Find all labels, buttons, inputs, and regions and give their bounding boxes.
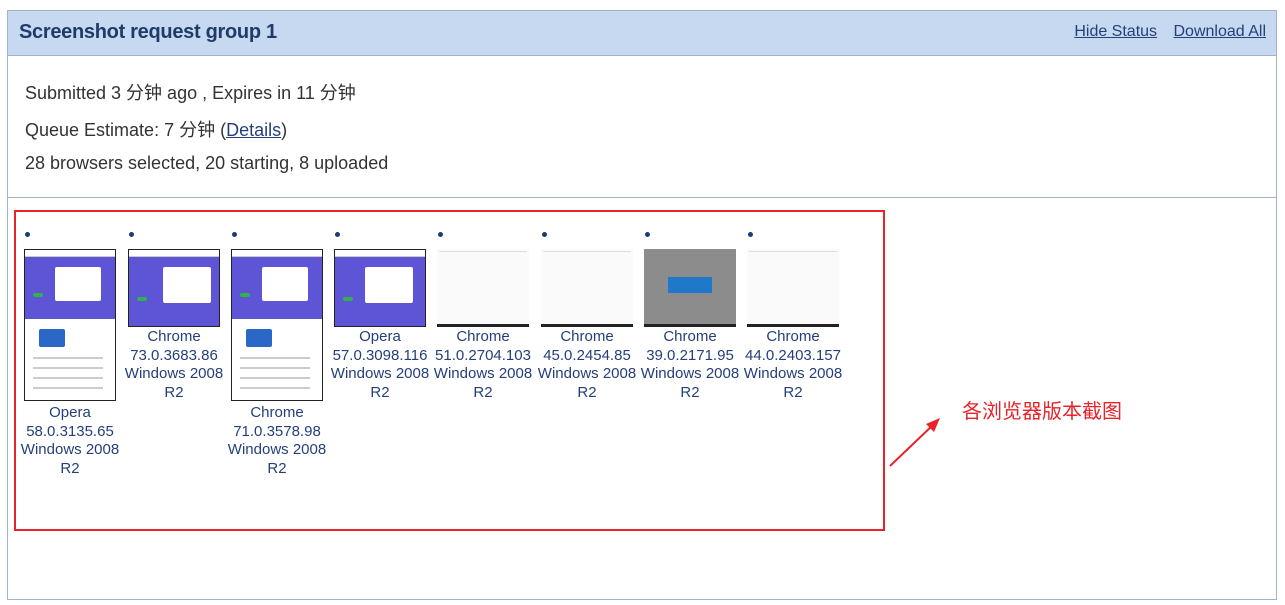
- hide-status-link[interactable]: Hide Status: [1074, 23, 1157, 40]
- queue-estimate-suffix: ): [281, 120, 288, 140]
- annotation-label: 各浏览器版本截图: [962, 399, 1122, 423]
- header-links: Hide Status Download All: [1062, 23, 1266, 41]
- queue-estimate-prefix: Queue Estimate: 7 分钟 (: [25, 120, 227, 140]
- download-all-link[interactable]: Download All: [1174, 23, 1267, 40]
- details-link[interactable]: Details: [226, 120, 281, 140]
- queue-estimate: Queue Estimate: 7 分钟 (Details): [25, 116, 287, 142]
- panel-header: Screenshot request group 1 Hide Status D…: [8, 11, 1276, 56]
- group-title: Screenshot request group 1: [19, 21, 277, 43]
- annotation-arrow-icon: [889, 418, 940, 467]
- status-section: Submitted 3 分钟 ago , Expires in 11 分钟 Qu…: [8, 55, 1276, 198]
- submitted-text: Submitted 3 分钟 ago , Expires in 11 分钟: [25, 83, 356, 103]
- browsers-count: 28 browsers selected, 20 starting, 8 upl…: [25, 153, 389, 173]
- annotation-highlight-box: [14, 210, 885, 531]
